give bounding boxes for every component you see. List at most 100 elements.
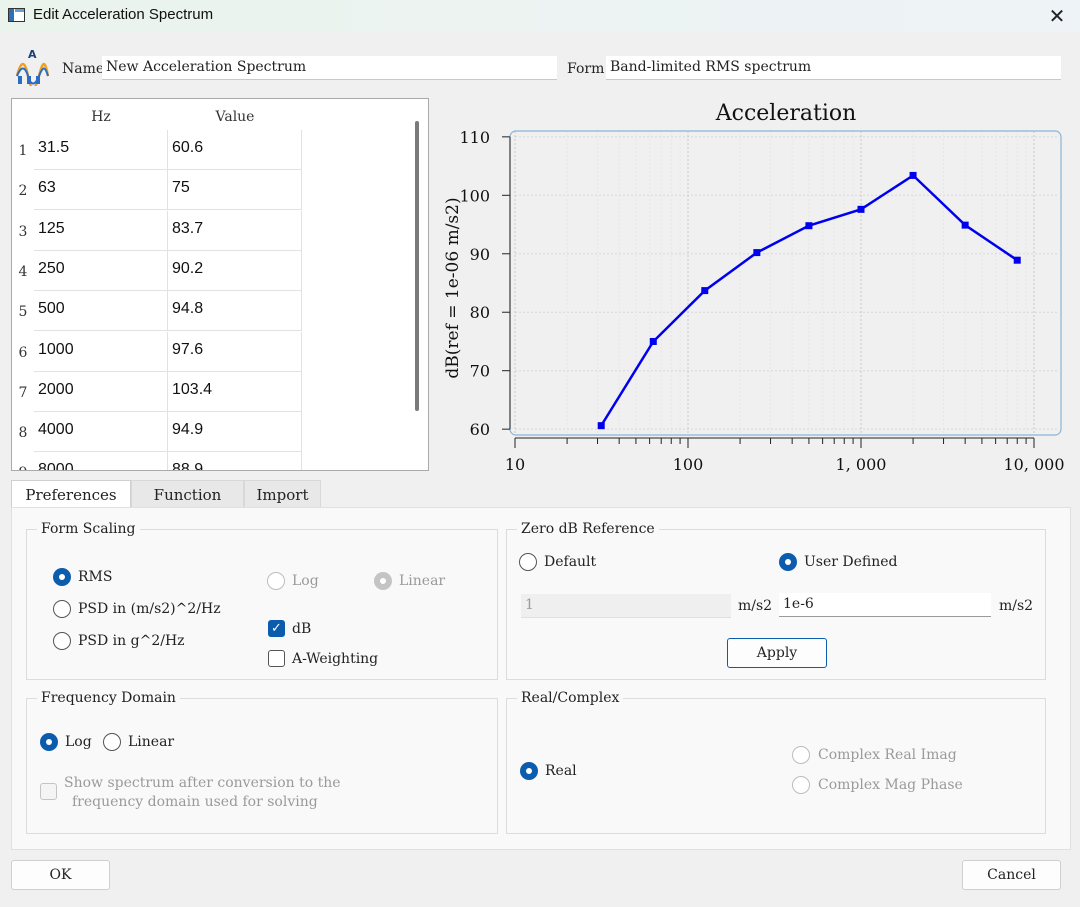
value-cell[interactable]: 90.2 xyxy=(172,260,203,278)
user-unit-label: m/s2 xyxy=(999,598,1034,614)
hz-cell[interactable]: 125 xyxy=(38,220,65,238)
close-icon[interactable]: ✕ xyxy=(1034,0,1080,32)
row-number: 3 xyxy=(18,223,28,240)
a-weighting-checkbox[interactable] xyxy=(268,650,285,667)
hz-cell[interactable]: 250 xyxy=(38,260,65,278)
table-row[interactable]: 8 4000 94.9 xyxy=(12,412,302,453)
data-point xyxy=(857,205,865,213)
form-scaling-group: Form Scaling RMS PSD in (m/s2)^2/Hz PSD … xyxy=(26,521,498,680)
row-number: 6 xyxy=(18,344,28,361)
show-spectrum-label-line1: Show spectrum after conversion to the xyxy=(64,775,341,791)
value-cell[interactable]: 60.6 xyxy=(172,139,203,157)
user-defined-radio[interactable] xyxy=(779,553,797,571)
db-checkbox[interactable]: ✓ xyxy=(268,620,285,637)
data-point xyxy=(805,222,813,230)
table-row[interactable]: 1 31.5 60.6 xyxy=(12,130,302,170)
value-cell[interactable]: 97.6 xyxy=(172,341,203,359)
column-header-hz[interactable]: Hz xyxy=(34,99,168,130)
name-field[interactable]: New Acceleration Spectrum xyxy=(102,56,557,80)
ok-button[interactable]: OK xyxy=(11,860,110,890)
freq-log-radio[interactable] xyxy=(40,733,58,751)
hz-cell[interactable]: 1000 xyxy=(38,341,74,359)
value-cell[interactable]: 83.7 xyxy=(172,220,203,238)
frequency-domain-title: Frequency Domain xyxy=(37,690,180,706)
x-tick-label: 100 xyxy=(673,455,704,474)
table-row[interactable]: 7 2000 103.4 xyxy=(12,371,302,412)
zero-db-title: Zero dB Reference xyxy=(517,521,659,537)
psd-ms2-radio[interactable] xyxy=(53,600,71,618)
value-cell[interactable]: 88.9 xyxy=(172,461,203,470)
psd-g2-radio[interactable] xyxy=(53,632,71,650)
show-spectrum-checkbox[interactable] xyxy=(40,783,57,800)
y-tick-label: 100 xyxy=(459,186,490,205)
tab-import[interactable]: Import xyxy=(244,480,321,508)
real-radio[interactable] xyxy=(520,762,538,780)
data-point xyxy=(753,249,761,257)
table-row[interactable]: 4 250 90.2 xyxy=(12,250,302,291)
row-number: 5 xyxy=(18,304,28,321)
rms-radio[interactable] xyxy=(53,568,71,586)
y-tick-label: 80 xyxy=(470,303,490,322)
form-field[interactable]: Band-limited RMS spectrum xyxy=(606,56,1061,80)
value-cell[interactable]: 103.4 xyxy=(172,381,212,399)
user-defined-label: User Defined xyxy=(804,554,898,570)
value-cell[interactable]: 75 xyxy=(172,179,190,197)
table-row[interactable]: 5 500 94.8 xyxy=(12,291,302,332)
scaling-linear-radio[interactable] xyxy=(374,572,392,590)
table-row[interactable]: 3 125 83.7 xyxy=(12,210,302,251)
y-tick-label: 60 xyxy=(470,420,490,439)
data-point xyxy=(909,171,917,179)
table-row[interactable]: 6 1000 97.6 xyxy=(12,331,302,372)
scaling-linear-label: Linear xyxy=(399,573,446,589)
preferences-panel: Form Scaling RMS PSD in (m/s2)^2/Hz PSD … xyxy=(11,507,1071,850)
hz-cell[interactable]: 500 xyxy=(38,300,65,318)
table-row[interactable]: 9 8000 88.9 xyxy=(12,452,302,470)
row-number: 9 xyxy=(12,465,34,470)
window-title: Edit Acceleration Spectrum xyxy=(33,6,214,23)
table-row[interactable]: 2 63 75 xyxy=(12,170,302,211)
complex-mag-phase-label: Complex Mag Phase xyxy=(818,777,963,793)
freq-linear-radio[interactable] xyxy=(103,733,121,751)
spectrum-table[interactable]: Hz Value 1 31.5 60.6 2 63 75 3 125 83.7 4 250 90.2 5… xyxy=(11,98,429,471)
tab-preferences[interactable]: Preferences xyxy=(11,480,131,508)
scaling-log-radio[interactable] xyxy=(267,572,285,590)
scaling-log-label: Log xyxy=(292,573,319,589)
complex-mag-phase-radio[interactable] xyxy=(792,776,810,794)
spectrum-icon: A xyxy=(15,48,49,86)
plot-area-frame xyxy=(509,130,1062,436)
psd-g2-label: PSD in g^2/Hz xyxy=(78,633,185,649)
chart-title: Acceleration xyxy=(715,101,857,126)
freq-log-label: Log xyxy=(65,734,92,750)
real-label: Real xyxy=(545,763,577,779)
freq-linear-label: Linear xyxy=(128,734,175,750)
y-tick-label: 110 xyxy=(459,128,490,147)
chart-y-axis-label: dB(ref = 1e-06 m/s2) xyxy=(443,197,463,378)
default-value-field[interactable]: 1 xyxy=(521,594,731,618)
column-header-value[interactable]: Value xyxy=(168,99,302,130)
x-tick-label: 10, 000 xyxy=(1003,455,1064,474)
apply-button[interactable]: Apply xyxy=(727,638,827,668)
chart-grid xyxy=(514,131,1059,435)
tab-function[interactable]: Function xyxy=(131,480,244,508)
zero-db-group: Zero dB Reference Default User Defined 1… xyxy=(506,521,1046,680)
table-scrollbar[interactable] xyxy=(415,121,419,411)
hz-cell[interactable]: 2000 xyxy=(38,381,74,399)
x-tick-label: 10 xyxy=(505,455,525,474)
default-radio[interactable] xyxy=(519,553,537,571)
hz-cell[interactable]: 4000 xyxy=(38,421,74,439)
hz-cell[interactable]: 8000 xyxy=(38,461,74,470)
x-tick-label: 1, 000 xyxy=(836,455,887,474)
complex-real-imag-radio[interactable] xyxy=(792,746,810,764)
hz-cell[interactable]: 31.5 xyxy=(38,139,69,157)
row-number: 4 xyxy=(18,263,28,280)
user-value-field[interactable]: 1e-6 xyxy=(779,593,991,617)
spectrum-icon-letter: A xyxy=(28,48,37,61)
psd-ms2-label: PSD in (m/s2)^2/Hz xyxy=(78,601,221,617)
value-cell[interactable]: 94.8 xyxy=(172,300,203,318)
row-number: 2 xyxy=(18,183,28,200)
value-cell[interactable]: 94.9 xyxy=(172,421,203,439)
y-tick-label: 90 xyxy=(470,245,490,264)
row-number: 1 xyxy=(18,143,28,159)
hz-cell[interactable]: 63 xyxy=(38,179,56,197)
cancel-button[interactable]: Cancel xyxy=(962,860,1061,890)
